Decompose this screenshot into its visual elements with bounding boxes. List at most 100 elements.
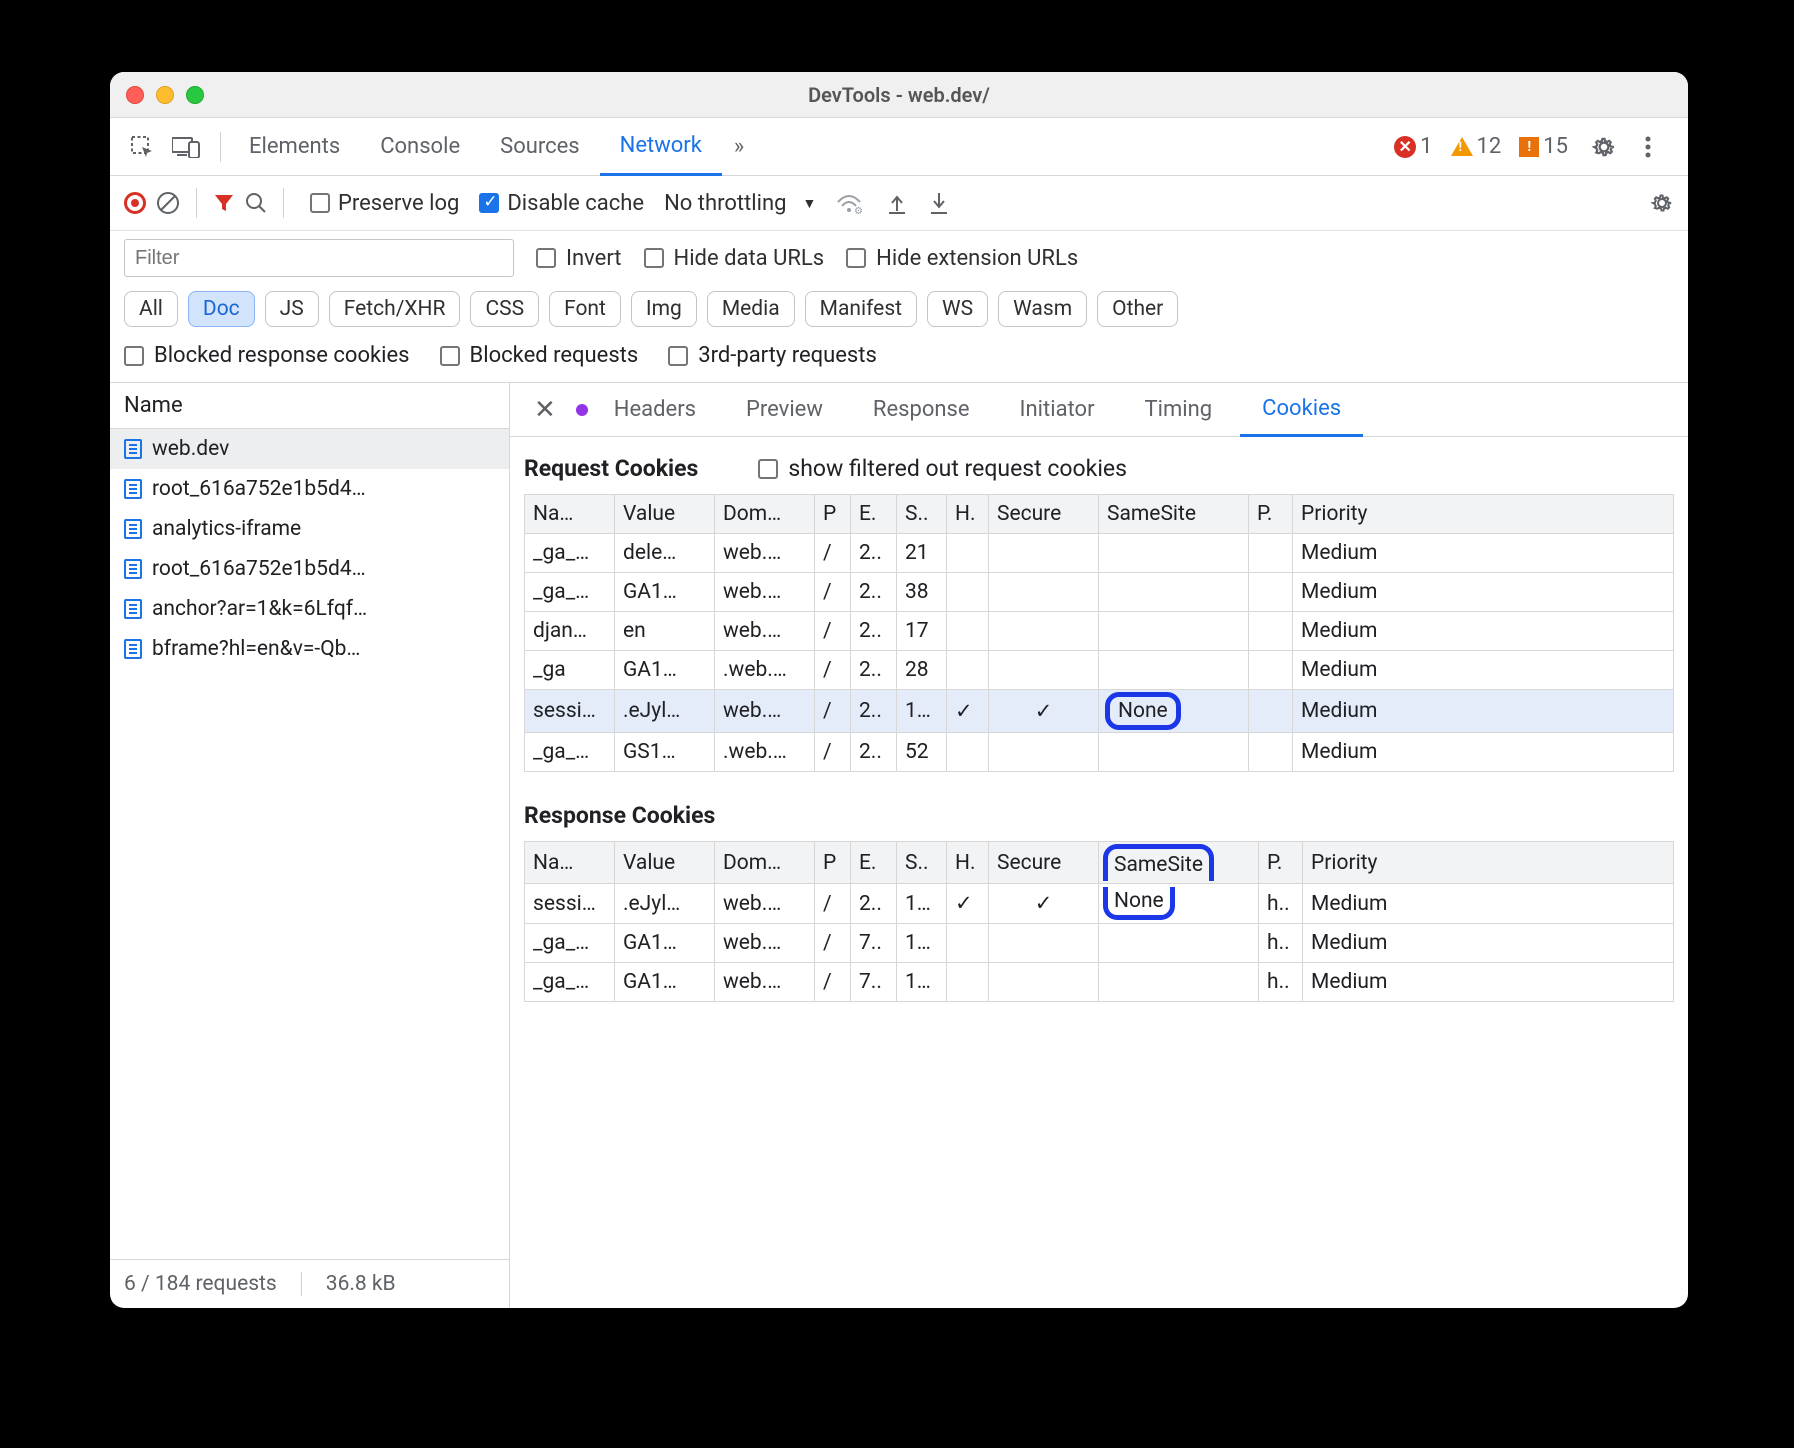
type-chip-manifest[interactable]: Manifest [805,291,917,327]
filter-icon[interactable] [213,192,235,214]
settings-icon[interactable] [1586,129,1622,165]
cookie-col-header[interactable]: Priority [1293,495,1674,534]
cookie-col-header[interactable]: E. [851,842,897,884]
search-icon[interactable] [245,192,267,214]
type-chip-other[interactable]: Other [1097,291,1178,327]
cookie-col-header[interactable]: E. [851,495,897,534]
cookie-col-header[interactable]: H. [947,842,989,884]
cookie-col-header[interactable]: P [815,842,851,884]
type-chip-font[interactable]: Font [549,291,621,327]
network-conditions-icon[interactable]: ⚙ [836,192,862,214]
record-button[interactable] [124,192,146,214]
detail-tab-cookies[interactable]: Cookies [1240,383,1363,437]
close-detail-button[interactable]: ✕ [520,395,570,425]
blocked-cookies-check[interactable]: Blocked response cookies [124,343,410,368]
cookie-row[interactable]: _ga_…GA1…web.…/7..1…h..Medium [525,963,1674,1002]
type-chip-wasm[interactable]: Wasm [998,291,1087,327]
cookie-col-header[interactable]: P. [1249,495,1293,534]
tabs-overflow[interactable]: » [722,119,756,174]
issue-count[interactable]: !15 [1519,134,1568,159]
cookie-col-header[interactable]: S.. [897,495,947,534]
warning-count[interactable]: 12 [1451,134,1502,159]
tab-console[interactable]: Console [360,119,480,174]
detail-tab-initiator[interactable]: Initiator [998,384,1117,435]
disable-cache-check[interactable]: Disable cache [479,191,644,216]
request-item[interactable]: root_616a752e1b5d4… [110,549,509,589]
type-chip-doc[interactable]: Doc [188,291,255,327]
cookie-col-header[interactable]: P. [1259,842,1303,884]
cookie-col-header[interactable]: Secure [989,842,1099,884]
cookie-row[interactable]: _ga_…GA1…web.…/2..38Medium [525,573,1674,612]
request-item[interactable]: web.dev [110,429,509,469]
type-chip-img[interactable]: Img [631,291,697,327]
window-title: DevTools - web.dev/ [110,83,1688,107]
cookie-row[interactable]: djan…enweb.…/2..17Medium [525,612,1674,651]
filter-input[interactable] [124,239,514,277]
export-har-icon[interactable] [886,191,908,215]
cookie-row[interactable]: sessi….eJyl…web.…/2..1…✓✓NoneMedium [525,690,1674,733]
requests-header: Name [110,383,509,429]
detail-tab-preview[interactable]: Preview [724,384,845,435]
cookie-row[interactable]: _ga_…GS1….web.…/2..52Medium [525,733,1674,772]
tab-sources[interactable]: Sources [480,119,600,174]
import-har-icon[interactable] [928,191,950,215]
network-settings-icon[interactable] [1650,191,1674,215]
devtools-window: DevTools - web.dev/ Elements Console Sou… [110,72,1688,1308]
cookie-col-header[interactable]: Value [615,495,715,534]
document-icon [124,439,142,459]
cookie-col-header[interactable]: Dom… [715,842,815,884]
request-item[interactable]: anchor?ar=1&k=6Lfqf… [110,589,509,629]
throttling-select[interactable]: No throttling▼ [664,191,816,216]
hide-data-urls-check[interactable]: Hide data URLs [644,246,825,271]
requests-footer: 6 / 184 requests 36.8 kB [110,1259,509,1308]
more-icon[interactable] [1630,129,1666,165]
type-chip-fetch-xhr[interactable]: Fetch/XHR [329,291,461,327]
type-chip-js[interactable]: JS [265,291,319,327]
network-toolbar: Preserve log Disable cache No throttling… [110,176,1688,231]
type-chip-ws[interactable]: WS [927,291,988,327]
error-count[interactable]: ✕1 [1394,134,1432,159]
type-chip-css[interactable]: CSS [470,291,539,327]
cookie-row[interactable]: _ga_…dele…web.…/2..21Medium [525,534,1674,573]
cookie-col-header[interactable]: Priority [1303,842,1674,884]
document-icon [124,479,142,499]
tab-elements[interactable]: Elements [229,119,360,174]
invert-check[interactable]: Invert [536,246,622,271]
cookie-col-header[interactable]: Na… [525,842,615,884]
request-item[interactable]: analytics-iframe [110,509,509,549]
cookie-col-header[interactable]: S.. [897,842,947,884]
request-item[interactable]: bframe?hl=en&v=-Qb… [110,629,509,669]
cookie-col-header[interactable]: SameSite [1099,495,1249,534]
device-toggle-icon[interactable] [168,129,204,165]
request-item[interactable]: root_616a752e1b5d4… [110,469,509,509]
requests-pane: Name web.devroot_616a752e1b5d4…analytics… [110,383,510,1308]
type-chip-media[interactable]: Media [707,291,795,327]
cookie-col-header[interactable]: H. [947,495,989,534]
cookie-row[interactable]: _gaGA1….web.…/2..28Medium [525,651,1674,690]
third-party-check[interactable]: 3rd-party requests [668,343,877,368]
detail-tab-headers[interactable]: Headers [592,384,718,435]
cookie-col-header[interactable]: Dom… [715,495,815,534]
minimize-window-button[interactable] [156,86,174,104]
cookie-col-header[interactable]: P [815,495,851,534]
type-chip-all[interactable]: All [124,291,178,327]
detail-tab-timing[interactable]: Timing [1123,384,1235,435]
tab-network[interactable]: Network [600,118,722,176]
close-window-button[interactable] [126,86,144,104]
cookie-row[interactable]: _ga_…GA1…web.…/7..1…h..Medium [525,924,1674,963]
inspect-icon[interactable] [124,129,160,165]
cookie-col-header[interactable]: Na… [525,495,615,534]
hide-extension-urls-check[interactable]: Hide extension URLs [846,246,1078,271]
type-filter-chips: All Doc JS Fetch/XHRCSS Font Img Media Manifest… [110,285,1688,337]
cookie-col-header[interactable]: Secure [989,495,1099,534]
blocked-requests-check[interactable]: Blocked requests [440,343,639,368]
preserve-log-check[interactable]: Preserve log [310,191,459,216]
panel-tabs: Elements Console Sources Network » ✕1 12… [110,118,1688,176]
cookie-row[interactable]: sessi….eJyl…web.…/2..1…✓✓Noneh..Medium [525,884,1674,924]
detail-tab-response[interactable]: Response [851,384,992,435]
cookie-col-header[interactable]: Value [615,842,715,884]
clear-button[interactable] [156,191,180,215]
cookie-col-header[interactable]: SameSite [1099,842,1259,884]
show-filtered-check[interactable]: show filtered out request cookies [758,455,1127,482]
maximize-window-button[interactable] [186,86,204,104]
